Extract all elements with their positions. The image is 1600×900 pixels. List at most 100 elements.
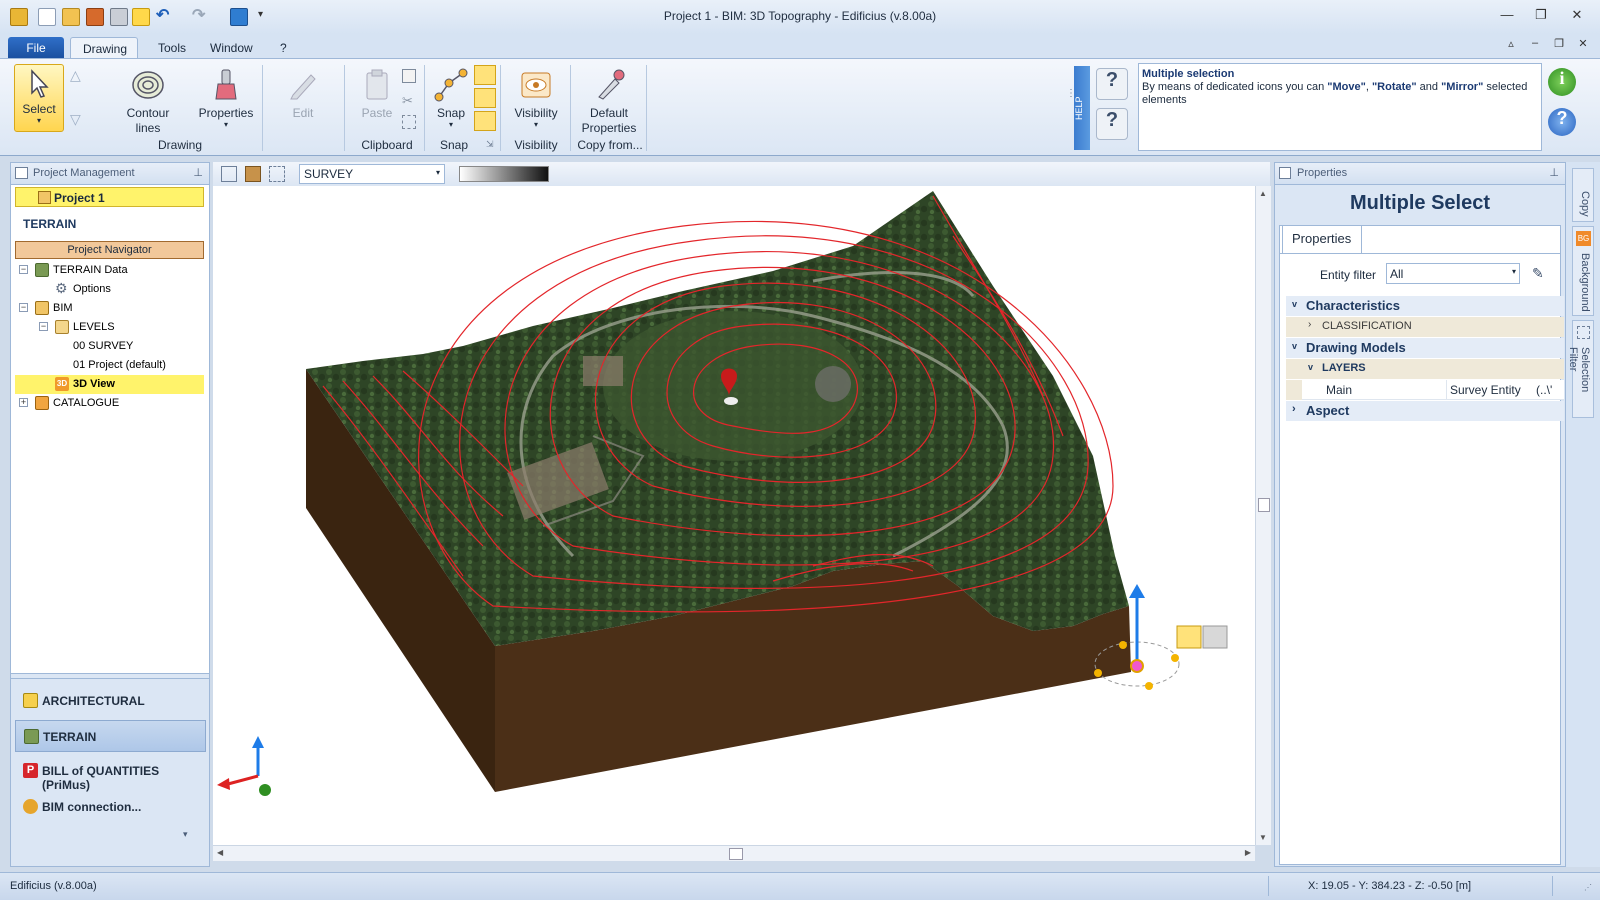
grid-mode-button[interactable] (1202, 625, 1228, 649)
snap-endpoint-toggle[interactable] (474, 65, 496, 85)
collapse-toggle-icon[interactable]: − (19, 265, 28, 274)
maximize-button[interactable]: ❐ (1530, 7, 1552, 25)
panel-header-title: Project Management (33, 167, 135, 179)
cut-icon[interactable]: ✂ (402, 93, 413, 109)
group-layers[interactable]: v LAYERS (1286, 359, 1564, 379)
group-drawing-models[interactable]: v Drawing Models (1286, 338, 1564, 358)
transparency-slider[interactable] (459, 166, 549, 182)
viewport-horizontal-scrollbar[interactable]: ◀ ▶ (213, 845, 1255, 861)
project-tree-icon (15, 167, 28, 179)
vertical-scroll-thumb[interactable] (1258, 498, 1270, 512)
section-bim-connection[interactable]: BIM connection... (15, 791, 206, 823)
tab-drawing[interactable]: Drawing (70, 37, 138, 59)
group-characteristics[interactable]: v Characteristics (1286, 296, 1564, 316)
project-navigator-bar[interactable]: Project Navigator (15, 241, 204, 259)
tree-item-level-project[interactable]: 01 Project (default) (15, 356, 204, 375)
help-video-icon[interactable]: ? (1096, 108, 1128, 140)
tree-item-3d-view[interactable]: 3D 3D View (15, 375, 204, 394)
copy-icon[interactable] (402, 69, 416, 83)
pin-icon[interactable]: ⊥ (193, 166, 203, 179)
scroll-down-icon[interactable]: ▼ (1259, 833, 1267, 842)
properties-icon (1279, 167, 1291, 179)
contour-lines-button[interactable]: Contour lines (118, 67, 178, 136)
doc-close-button[interactable]: ✕ (1572, 37, 1594, 55)
level-structure-icon[interactable] (221, 166, 237, 182)
group-separator (344, 65, 345, 151)
tab-help[interactable]: ? (268, 37, 299, 59)
project-selector[interactable]: Project 1 (15, 187, 204, 207)
tab-file[interactable]: File (8, 37, 64, 59)
group-aspect[interactable]: › Aspect (1286, 401, 1564, 421)
visibility-button[interactable]: Visibility ▾ (506, 67, 566, 129)
group-label-visibility: Visibility (514, 138, 558, 152)
scroll-left-icon[interactable]: ◀ (217, 848, 223, 857)
level-select[interactable]: SURVEY ▾ (299, 164, 445, 184)
edit-label: Edit (292, 106, 314, 120)
collapse-ribbon-icon[interactable]: ▵ (1500, 37, 1522, 55)
tab-tools[interactable]: Tools (146, 37, 198, 59)
tree-item-catalogue[interactable]: + CATALOGUE (15, 394, 204, 413)
help-icon[interactable]: ? (1548, 108, 1576, 136)
down-arrow-icon[interactable]: ▽ (70, 111, 81, 128)
status-app-version: Edificius (v.8.00a) (10, 880, 97, 892)
viewport-vertical-scrollbar[interactable]: ▲ ▼ (1255, 186, 1271, 845)
collapse-chevron-icon: v (1292, 299, 1298, 309)
collapse-toggle-icon[interactable]: − (19, 303, 28, 312)
3d-viewport[interactable] (213, 186, 1255, 845)
info-icon[interactable]: i (1548, 68, 1576, 96)
close-button[interactable]: ✕ (1566, 7, 1588, 25)
default-properties-button[interactable]: Default Properties (576, 67, 642, 136)
side-tab-copy[interactable]: Copy (1572, 168, 1594, 222)
sections-menu-icon[interactable]: ▾ (183, 829, 188, 840)
section-architectural[interactable]: ARCHITECTURAL (15, 685, 206, 717)
group-classification[interactable]: › CLASSIFICATION (1286, 317, 1564, 337)
terrain-data-icon (35, 263, 49, 277)
horizontal-scroll-thumb[interactable] (729, 848, 743, 860)
axis-gizmo-icon (217, 736, 271, 796)
select-all-icon[interactable] (402, 115, 416, 129)
properties-panel: Properties ⊥ Multiple Select Properties … (1274, 162, 1566, 867)
scroll-right-icon[interactable]: ▶ (1245, 848, 1251, 857)
texture-icon[interactable] (245, 166, 261, 182)
properties-button[interactable]: Properties ▾ (194, 67, 258, 129)
tree-item-level-survey[interactable]: 00 SURVEY (15, 337, 204, 356)
group-separator (262, 65, 263, 151)
layer-row[interactable]: Main Survey Entity (..\' (1286, 380, 1564, 400)
side-tab-selection-filter[interactable]: Selection Filter (1567, 320, 1594, 418)
side-tab-background[interactable]: BG Background (1572, 226, 1594, 316)
scroll-up-icon[interactable]: ▲ (1259, 189, 1267, 198)
pin-icon[interactable]: ⊥ (1549, 166, 1559, 179)
snap-button[interactable]: Snap ▾ (430, 67, 472, 129)
tab-window[interactable]: Window (198, 37, 265, 59)
expand-toggle-icon[interactable]: + (19, 398, 28, 407)
help-box: Multiple selection By means of dedicated… (1138, 63, 1542, 151)
help-tab[interactable]: HELP (1074, 66, 1090, 150)
select-button[interactable]: Select ▾ (14, 64, 64, 132)
move-mode-button[interactable] (1176, 625, 1202, 649)
paste-button[interactable]: Paste (352, 67, 402, 120)
help-question-icon[interactable]: ? (1096, 68, 1128, 100)
title-bar: ↶ ↷ ▾ Project 1 - BIM: 3D Topography - E… (0, 0, 1600, 34)
layer-more-button[interactable]: (..\' (1536, 383, 1552, 397)
doc-restore-button[interactable]: ❐ (1548, 37, 1570, 55)
resize-grip-icon[interactable]: ⋰ (1584, 883, 1592, 892)
snap-grid-toggle[interactable] (474, 111, 496, 131)
snap-line-toggle[interactable] (474, 88, 496, 108)
filter-edit-icon[interactable]: ✎ (1532, 265, 1550, 283)
entity-filter-select[interactable]: All ▾ (1386, 263, 1520, 284)
tree-item-terrain-data[interactable]: − TERRAIN Data (15, 261, 204, 280)
tab-properties[interactable]: Properties (1282, 225, 1362, 253)
up-arrow-icon[interactable]: △ (70, 67, 81, 84)
section-terrain[interactable]: TERRAIN (15, 720, 206, 752)
zoom-extent-icon[interactable] (269, 166, 285, 182)
tree-item-levels[interactable]: − LEVELS (15, 318, 204, 337)
collapse-toggle-icon[interactable]: − (39, 322, 48, 331)
edit-button[interactable]: Edit (278, 67, 328, 120)
dialog-launcher-icon[interactable]: ⇲ (486, 139, 494, 150)
tree-item-options[interactable]: ⚙ Options (15, 280, 204, 299)
minimize-button[interactable]: — (1496, 7, 1518, 25)
tree-item-bim[interactable]: − BIM (15, 299, 204, 318)
module-sections: ARCHITECTURAL TERRAIN P BILL of QUANTITI… (11, 679, 209, 866)
doc-minimize-button[interactable]: – (1524, 37, 1546, 55)
section-bill-of-quantities[interactable]: P BILL of QUANTITIES (PriMus) (15, 755, 206, 792)
